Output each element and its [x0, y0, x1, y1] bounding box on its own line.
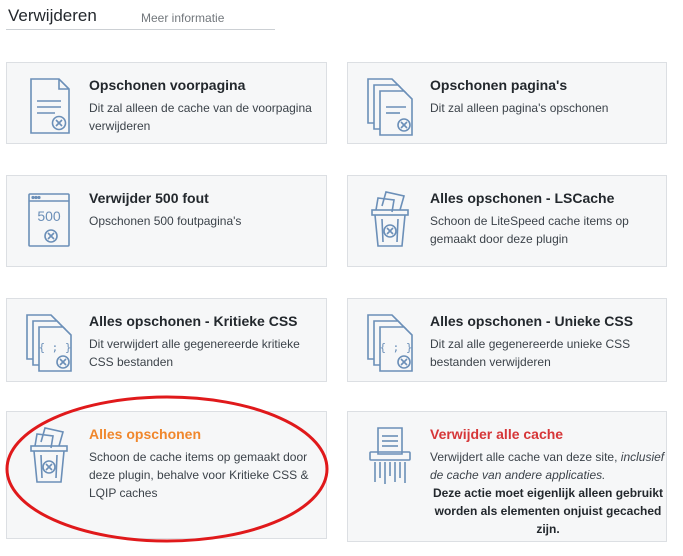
card-description: Verwijdert alle cache van deze site, inc…	[430, 448, 666, 538]
card-description: Dit verwijdert alle gegenereerde kritiek…	[89, 337, 300, 369]
desc-line: Verwijdert alle cache van deze site,	[430, 450, 618, 464]
tabs-header: Verwijderen Meer informatie	[6, 0, 275, 30]
card-title: Verwijder alle cache	[430, 426, 564, 442]
page-title: Verwijderen	[8, 6, 97, 25]
card-title: Alles opschonen - LSCache	[430, 190, 615, 206]
card-title: Verwijder 500 fout	[89, 190, 209, 206]
css-files-purge-icon: { ; }	[23, 311, 75, 375]
css-braces-text: { ; }	[379, 341, 412, 354]
documents-purge-icon	[364, 75, 416, 139]
purge-all-lscache-card[interactable]: Alles opschonen - LSCache Schoon de Lite…	[347, 175, 667, 267]
empty-entire-cache-card[interactable]: Verwijder alle cache Verwijdert alle cac…	[347, 411, 667, 542]
purge-pages-card[interactable]: Opschonen pagina's Dit zal alleen pagina…	[347, 62, 667, 144]
icon-500-text: 500	[37, 208, 61, 224]
card-title: Alles opschonen - Unieke CSS	[430, 313, 634, 329]
error-500-page-icon: 500	[23, 188, 75, 252]
document-purge-icon	[23, 75, 75, 139]
card-title: Alles opschonen	[89, 426, 202, 442]
purge-critical-css-card[interactable]: { ; } Alles opschonen - Kritieke CSS Dit…	[6, 298, 327, 382]
card-description: Dit zal alle gegenereerde unieke CSS bes…	[430, 337, 631, 369]
card-title: Alles opschonen - Kritieke CSS	[89, 313, 298, 329]
purge-unique-css-card[interactable]: { ; } Alles opschonen - Unieke CSS Dit z…	[347, 298, 667, 382]
css-files-purge-icon: { ; }	[364, 311, 416, 375]
card-description: Schoon de cache items op gemaakt door de…	[89, 450, 309, 500]
purge-all-card[interactable]: Alles opschonen Schoon de cache items op…	[6, 411, 327, 539]
trash-purge-icon	[23, 424, 75, 488]
css-braces-text: { ; }	[38, 341, 71, 354]
desc-warning: Deze actie moet eigenlijk alleen gebruik…	[432, 486, 664, 536]
purge-500-error-card[interactable]: 500 Verwijder 500 fout Opschonen 500 fou…	[6, 175, 327, 267]
purge-front-page-card[interactable]: Opschonen voorpagina Dit zal alleen de c…	[6, 62, 327, 144]
card-title: Opschonen voorpagina	[89, 77, 246, 93]
card-description: Dit zal alleen pagina's opschonen	[430, 101, 609, 115]
card-description: Schoon de LiteSpeed cache items op gemaa…	[430, 214, 629, 246]
card-description: Opschonen 500 foutpagina's	[89, 214, 242, 228]
card-title: Opschonen pagina's	[430, 77, 568, 93]
card-description: Dit zal alleen de cache van de voorpagin…	[89, 101, 312, 133]
more-info-link[interactable]: Meer informatie	[141, 11, 224, 25]
trash-purge-icon	[364, 188, 416, 252]
shredder-icon	[364, 424, 416, 488]
